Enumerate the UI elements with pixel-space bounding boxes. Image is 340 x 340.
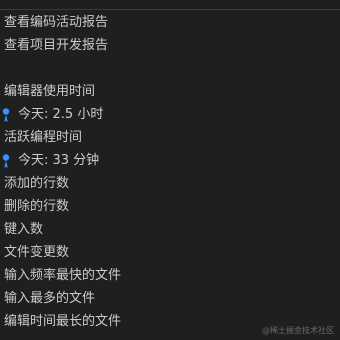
menu-separator — [4, 57, 334, 80]
editor-usage-today-row: 今天: 2.5 小时 — [0, 103, 330, 126]
active-coding-today-row: 今天: 33 分钟 — [0, 149, 330, 172]
keystrokes-item[interactable]: 键入数 — [4, 218, 334, 241]
active-coding-time-item[interactable]: 活跃编程时间 — [4, 126, 334, 149]
most-typed-files-item[interactable]: 输入最多的文件 — [4, 287, 334, 310]
panel-top-border — [0, 9, 340, 10]
lines-added-item[interactable]: 添加的行数 — [4, 172, 334, 195]
pin-icon — [2, 153, 10, 168]
watermark: @稀土掘金技术社区 — [262, 326, 334, 335]
fastest-typing-files-item[interactable]: 输入频率最快的文件 — [4, 264, 334, 287]
editor-usage-time-item[interactable]: 编辑器使用时间 — [4, 80, 334, 103]
editor-usage-today-text: 今天: 2.5 小时 — [18, 107, 104, 122]
view-project-report-item[interactable]: 查看项目开发报告 — [4, 34, 334, 57]
file-changes-item[interactable]: 文件变更数 — [4, 241, 334, 264]
view-coding-report-item[interactable]: 查看编码活动报告 — [4, 11, 334, 34]
lines-deleted-item[interactable]: 删除的行数 — [4, 195, 334, 218]
active-coding-today-text: 今天: 33 分钟 — [18, 153, 100, 168]
pin-icon — [2, 107, 10, 122]
report-menu: 查看编码活动报告 查看项目开发报告 编辑器使用时间 今天: 2.5 小时 活跃编… — [2, 11, 334, 333]
